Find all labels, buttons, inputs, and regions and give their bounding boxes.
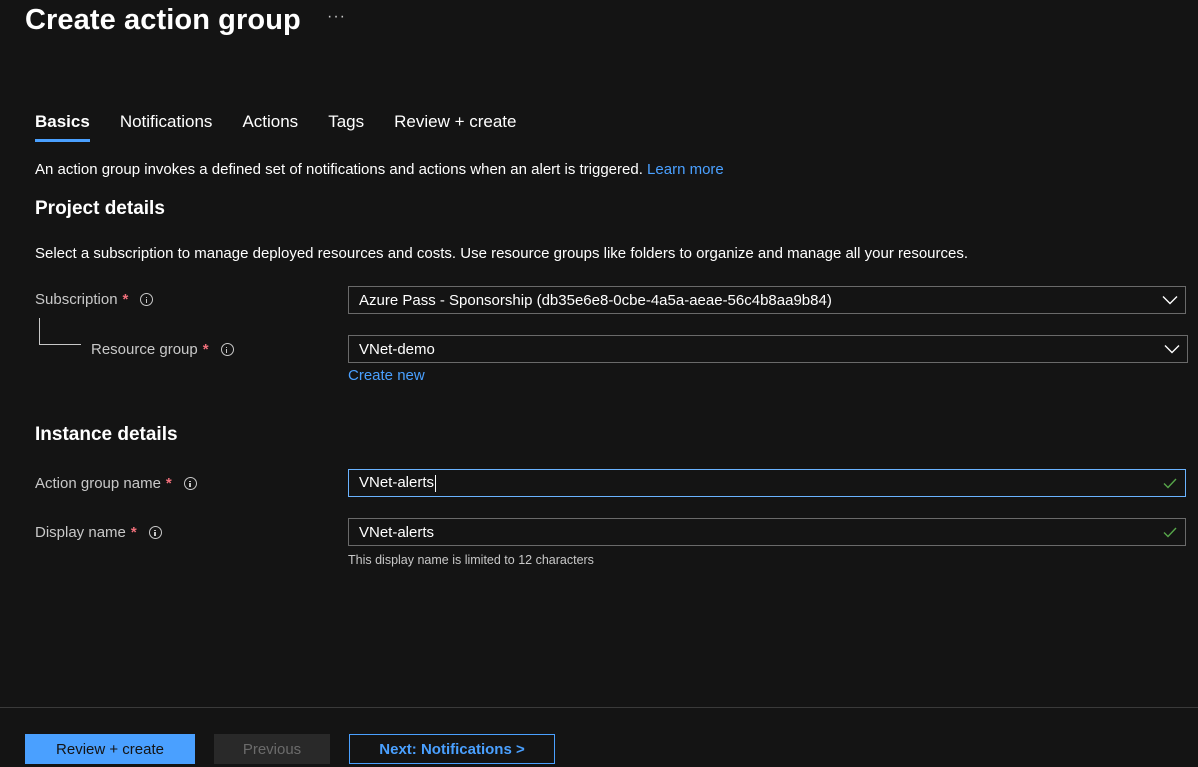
create-new-link[interactable]: Create new — [348, 367, 425, 384]
tree-connector — [39, 318, 81, 345]
checkmark-icon — [1155, 470, 1185, 496]
page-title: Create action group — [25, 4, 301, 36]
resource-group-value: VNet-demo — [359, 340, 435, 358]
resource-group-label-row: Resource group * — [91, 341, 234, 358]
resource-group-dropdown[interactable]: VNet-demo — [348, 335, 1188, 363]
intro-description: An action group invokes a defined set of… — [35, 161, 724, 178]
previous-button: Previous — [214, 734, 330, 764]
tab-tags[interactable]: Tags — [328, 112, 364, 142]
display-name-label-row: Display name * — [35, 524, 162, 541]
required-asterisk: * — [122, 291, 129, 308]
display-name-input[interactable]: VNet-alerts — [348, 518, 1186, 546]
tab-review-create[interactable]: Review + create — [394, 112, 516, 142]
subscription-label-row: Subscription * — [35, 291, 154, 308]
subscription-label: Subscription — [35, 291, 118, 308]
resource-group-label: Resource group — [91, 341, 198, 358]
action-group-name-value: VNet-alerts — [359, 474, 437, 492]
info-icon[interactable] — [183, 477, 197, 490]
display-name-hint: This display name is limited to 12 chara… — [348, 553, 594, 567]
tab-basics[interactable]: Basics — [35, 112, 90, 142]
create-action-group-page: Create action group ··· Basics Notificat… — [0, 0, 1198, 767]
info-icon[interactable] — [140, 293, 154, 306]
next-notifications-button[interactable]: Next: Notifications > — [349, 734, 555, 764]
action-group-name-label: Action group name — [35, 475, 161, 492]
required-asterisk: * — [202, 341, 209, 358]
info-icon[interactable] — [220, 343, 234, 356]
action-group-name-label-row: Action group name * — [35, 475, 197, 492]
learn-more-link[interactable]: Learn more — [647, 161, 724, 178]
display-name-value: VNet-alerts — [359, 523, 435, 541]
required-asterisk: * — [130, 524, 137, 541]
chevron-down-icon — [1157, 336, 1187, 362]
more-options-icon[interactable]: ··· — [327, 8, 346, 26]
info-icon[interactable] — [148, 526, 162, 539]
review-create-button[interactable]: Review + create — [25, 734, 195, 764]
action-group-name-input[interactable]: VNet-alerts — [348, 469, 1186, 497]
project-details-heading: Project details — [35, 198, 165, 219]
project-details-description: Select a subscription to manage deployed… — [35, 245, 969, 262]
checkmark-icon — [1155, 519, 1185, 545]
subscription-dropdown[interactable]: Azure Pass - Sponsorship (db35e6e8-0cbe-… — [348, 286, 1186, 314]
tab-notifications[interactable]: Notifications — [120, 112, 213, 142]
chevron-down-icon — [1155, 287, 1185, 313]
display-name-label: Display name — [35, 524, 126, 541]
tab-bar: Basics Notifications Actions Tags Review… — [35, 112, 546, 142]
required-asterisk: * — [165, 475, 172, 492]
instance-details-heading: Instance details — [35, 424, 178, 445]
subscription-value: Azure Pass - Sponsorship (db35e6e8-0cbe-… — [359, 291, 832, 309]
footer-divider — [0, 707, 1198, 708]
intro-text: An action group invokes a defined set of… — [35, 161, 643, 178]
text-cursor — [435, 474, 437, 492]
tab-actions[interactable]: Actions — [242, 112, 298, 142]
